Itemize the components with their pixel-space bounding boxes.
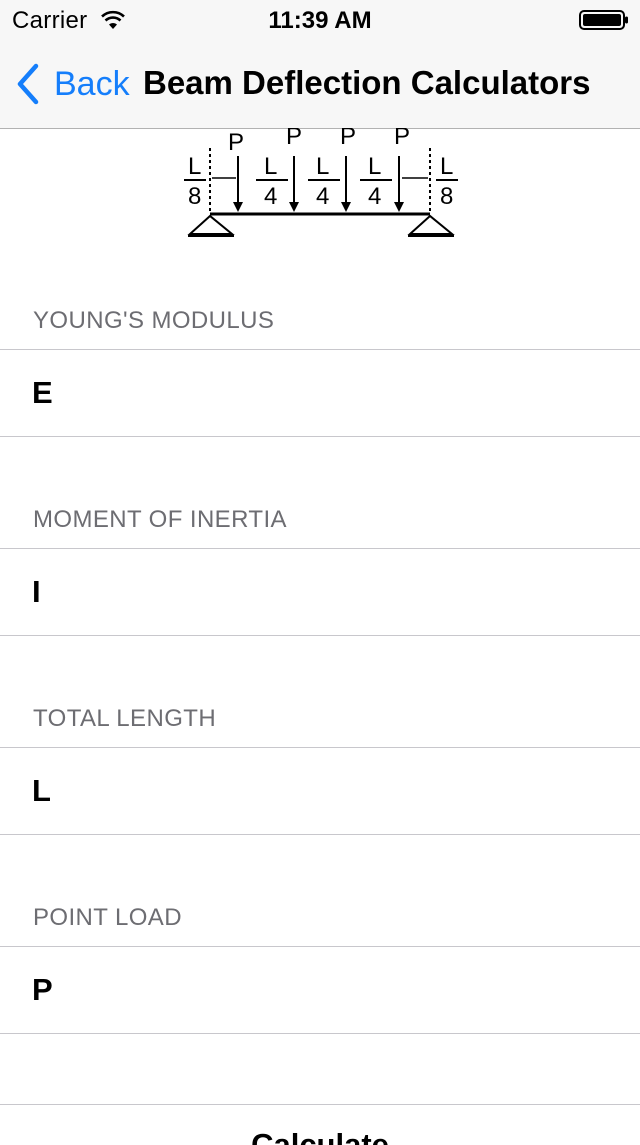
dimension-numerator: L	[316, 153, 329, 180]
beam-diagram: P P P P L 8 L 4 L 4 L 4 L 8	[184, 128, 458, 237]
status-bar: Carrier 11:39 AM	[0, 0, 640, 40]
load-label: P	[340, 128, 356, 150]
load-label: P	[394, 128, 410, 150]
calculate-button-label: Calculate	[251, 1127, 389, 1145]
load-label: P	[228, 129, 244, 156]
dimension-denominator: 4	[368, 183, 381, 210]
section-header-youngs-modulus: YOUNG'S MODULUS	[33, 307, 275, 334]
dimension-denominator: 4	[316, 183, 329, 210]
chevron-left-icon	[17, 63, 39, 105]
dimension-numerator: L	[368, 153, 381, 180]
moment-of-inertia-row	[0, 548, 640, 636]
dimension-denominator: 8	[440, 183, 453, 210]
calculate-button[interactable]: Calculate	[0, 1104, 640, 1145]
youngs-modulus-field[interactable]	[32, 350, 612, 436]
navigation-bar: Back Beam Deflection Calculators	[0, 40, 640, 129]
dimension-denominator: 4	[264, 183, 277, 210]
dimension-numerator: L	[264, 153, 277, 180]
total-length-row	[0, 747, 640, 835]
point-load-row	[0, 946, 640, 1034]
load-label: P	[286, 128, 302, 150]
dimension-numerator: L	[188, 153, 201, 180]
dimension-denominator: 8	[188, 183, 201, 210]
clock-label: 11:39 AM	[268, 7, 372, 34]
moment-of-inertia-field[interactable]	[32, 549, 612, 635]
back-button[interactable]: Back	[14, 62, 130, 106]
page-title: Beam Deflection Calculators	[143, 64, 591, 101]
dimension-numerator: L	[440, 153, 453, 180]
point-load-field[interactable]	[32, 947, 612, 1033]
youngs-modulus-row	[0, 349, 640, 437]
total-length-field[interactable]	[32, 748, 612, 834]
back-button-label: Back	[54, 64, 130, 103]
section-header-total-length: TOTAL LENGTH	[33, 705, 217, 732]
section-header-point-load: POINT LOAD	[33, 904, 182, 931]
battery-icon	[579, 10, 628, 30]
section-header-moment-of-inertia: MOMENT OF INERTIA	[33, 506, 287, 533]
